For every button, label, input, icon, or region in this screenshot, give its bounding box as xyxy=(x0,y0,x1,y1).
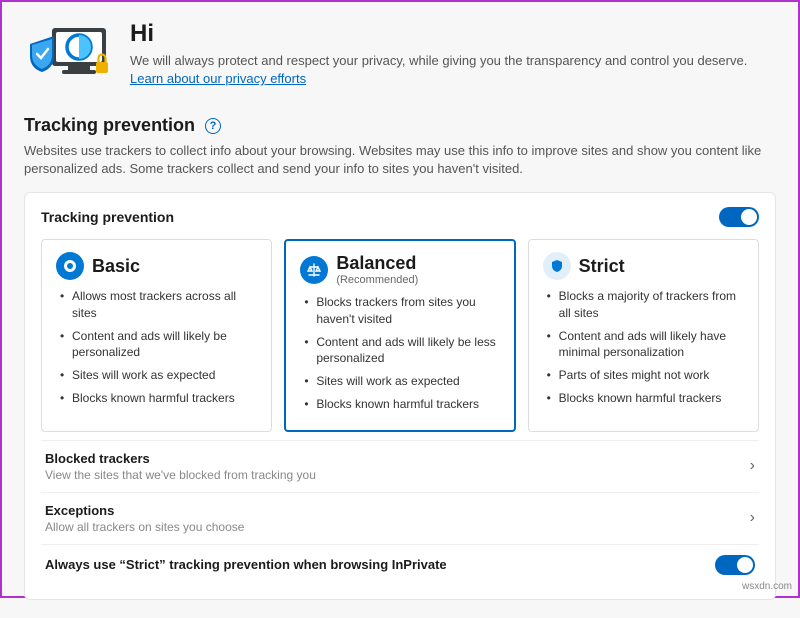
exceptions-row[interactable]: Exceptions Allow all trackers on sites yo… xyxy=(41,492,759,544)
privacy-learn-link[interactable]: Learn about our privacy efforts xyxy=(130,71,306,86)
inprivate-strict-row: Always use “Strict” tracking prevention … xyxy=(41,544,759,585)
target-icon xyxy=(56,252,84,280)
row-subtitle: Allow all trackers on sites you choose xyxy=(45,520,244,534)
row-title: Exceptions xyxy=(45,503,244,518)
level-title: Balanced xyxy=(336,253,418,274)
inprivate-toggle[interactable] xyxy=(715,555,755,575)
privacy-hero-icon xyxy=(24,20,114,93)
chevron-right-icon: › xyxy=(750,509,755,527)
tracking-card: Tracking prevention Basic Allows most tr… xyxy=(24,192,776,599)
watermark: wsxdn.com xyxy=(742,581,792,592)
card-title: Tracking prevention xyxy=(41,209,174,225)
row-title: Always use “Strict” tracking prevention … xyxy=(45,557,447,572)
hero-body: We will always protect and respect your … xyxy=(130,52,776,88)
shield-icon xyxy=(543,252,571,280)
hero-greeting: Hi xyxy=(130,20,776,48)
section-heading: Tracking prevention ? xyxy=(24,115,776,136)
level-basic[interactable]: Basic Allows most trackers across all si… xyxy=(41,239,272,431)
tracking-toggle[interactable] xyxy=(719,207,759,227)
level-balanced[interactable]: Balanced(Recommended) Blocks trackers fr… xyxy=(284,239,515,431)
chevron-right-icon: › xyxy=(750,457,755,475)
row-subtitle: View the sites that we've blocked from t… xyxy=(45,468,316,482)
level-title: Strict xyxy=(579,256,625,277)
help-icon[interactable]: ? xyxy=(205,118,221,134)
level-strict[interactable]: Strict Blocks a majority of trackers fro… xyxy=(528,239,759,431)
level-bullets: Blocks trackers from sites you haven't v… xyxy=(300,294,499,412)
level-bullets: Blocks a majority of trackers from all s… xyxy=(543,288,744,406)
level-title: Basic xyxy=(92,256,140,277)
balance-icon xyxy=(300,256,328,284)
hero-banner: Hi We will always protect and respect yo… xyxy=(24,20,776,93)
level-bullets: Allows most trackers across all sitesCon… xyxy=(56,288,257,406)
blocked-trackers-row[interactable]: Blocked trackers View the sites that we'v… xyxy=(41,440,759,492)
row-title: Blocked trackers xyxy=(45,451,316,466)
section-description: Websites use trackers to collect info ab… xyxy=(24,142,776,178)
section-title: Tracking prevention xyxy=(24,115,195,136)
level-subtitle: (Recommended) xyxy=(336,274,418,286)
